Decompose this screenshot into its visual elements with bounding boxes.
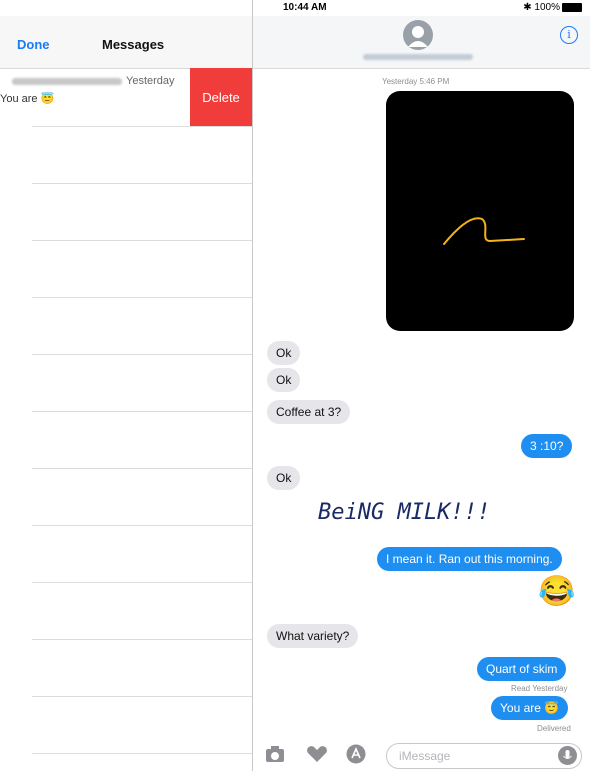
message-bubble[interactable]: You are 😇: [491, 696, 569, 720]
message-bubble[interactable]: What variety?: [267, 624, 359, 648]
contact-name-redacted: [12, 78, 122, 85]
bluetooth-icon: ✱: [523, 2, 532, 13]
conversation-list-header: Done Messages: [0, 16, 252, 69]
conversation-header: i: [253, 16, 590, 69]
svg-text:BeiNG MILK!!!: BeiNG MILK!!!: [318, 500, 490, 525]
camera-icon[interactable]: [265, 745, 285, 763]
thread-timestamp: Yesterday 5:46 PM: [382, 77, 450, 86]
page-title: Messages: [102, 37, 165, 52]
list-separator: [32, 126, 252, 127]
delete-button[interactable]: Delete: [190, 68, 252, 126]
handwritten-message[interactable]: BeiNG MILK!!!: [318, 494, 578, 530]
message-bubble[interactable]: Ok: [267, 368, 301, 392]
app-store-icon[interactable]: [346, 744, 366, 764]
list-separator: [32, 411, 252, 412]
info-icon[interactable]: i: [560, 26, 578, 44]
handwriting-strokes: BeiNG MILK!!!: [318, 500, 490, 525]
delivered-status: Delivered: [537, 724, 571, 733]
conversation-time: Yesterday: [126, 75, 175, 87]
list-separator: [32, 582, 252, 583]
message-bubble[interactable]: Ok: [267, 341, 301, 365]
battery-status: ✱ 100%: [523, 2, 582, 13]
conversation-preview: You are 😇: [0, 93, 55, 105]
message-input-placeholder: iMessage: [399, 749, 451, 763]
battery-icon: [562, 2, 582, 12]
list-separator: [32, 468, 252, 469]
list-separator: [32, 753, 252, 754]
microphone-icon[interactable]: [558, 746, 577, 765]
message-input-bar: iMessage: [253, 741, 590, 771]
emoji-message[interactable]: 😂: [538, 576, 575, 608]
message-bubble[interactable]: Coffee at 3?: [267, 400, 351, 424]
list-separator: [32, 354, 252, 355]
message-bubble[interactable]: 3 :10?: [521, 434, 573, 458]
list-separator: [32, 525, 252, 526]
status-time: 10:44 AM: [283, 2, 327, 13]
avatar[interactable]: [403, 20, 433, 50]
list-separator: [32, 696, 252, 697]
message-input[interactable]: iMessage: [386, 743, 582, 769]
list-separator: [32, 183, 252, 184]
list-separator: [32, 639, 252, 640]
message-bubble[interactable]: I mean it. Ran out this morning.: [377, 547, 562, 571]
sketch-stroke: [443, 217, 525, 245]
digital-touch-icon[interactable]: [306, 744, 328, 764]
list-separator: [32, 297, 252, 298]
digital-touch-drawing[interactable]: [386, 91, 574, 331]
message-bubble[interactable]: Ok: [267, 466, 301, 490]
list-separator: [32, 240, 252, 241]
person-icon: [408, 26, 428, 47]
read-receipt: Read Yesterday: [511, 684, 568, 693]
pane-divider: [252, 0, 253, 771]
done-button[interactable]: Done: [17, 37, 50, 52]
message-bubble[interactable]: Quart of skim: [477, 657, 567, 681]
contact-name-redacted: [363, 54, 473, 60]
